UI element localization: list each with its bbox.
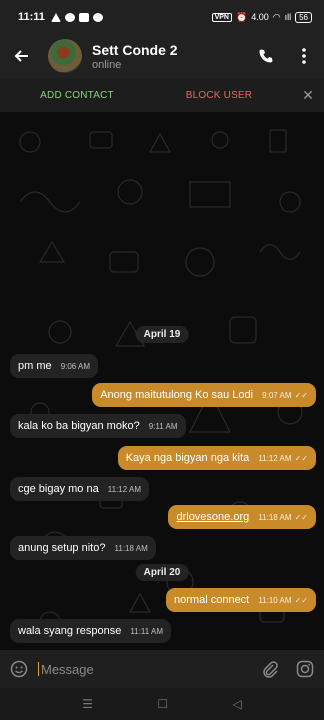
alarm-icon: ⏰ [235,11,248,22]
battery-icon: 56 [295,11,312,23]
chat-status: online [92,58,122,71]
camera-icon[interactable] [296,660,314,678]
shield-icon [92,12,103,22]
paperclip-icon[interactable] [262,660,278,678]
telegram-icon [64,12,75,22]
more-vert-icon [302,48,306,64]
status-bar: 11:11 VPN ⏰ 4.00 ◠ ıll 56 [0,0,324,34]
chat-title: Sett Conde 2 [92,41,178,58]
block-user-button[interactable]: BLOCK USER [154,90,284,101]
read-check-icon: ✓✓ [294,391,308,400]
chat-area[interactable]: April 19 pm me 9:06 AM Anong maitutulong… [0,112,324,650]
date-separator: April 19 [135,326,189,343]
phone-icon [259,49,273,63]
message-time: 11:12 AM [258,454,292,463]
nav-back-button[interactable]: ◁ [233,697,242,711]
read-check-icon: ✓✓ [294,454,308,463]
incoming-message[interactable]: cge bigay mo na 11:12 AM [10,477,149,501]
recent-apps-button[interactable]: ☰ [82,697,93,711]
message-text: normal connect [174,594,250,606]
avatar[interactable] [48,39,82,73]
youtube-icon [78,12,89,22]
message-time: 11:18 AM [114,544,148,553]
read-check-icon: ✓✓ [294,596,308,605]
contact-action-bar: ADD CONTACT BLOCK USER ✕ [0,78,324,112]
read-check-icon: ✓✓ [294,513,308,522]
call-button[interactable] [256,46,276,66]
home-button[interactable]: ☐ [157,697,168,711]
message-time: 9:06 AM [60,362,91,371]
network-speed: 4.00 [251,12,269,22]
message-link[interactable]: drlovesone.org [176,511,249,523]
message-text: Anong maitutulong Ko sau Lodi [100,389,254,401]
incoming-message[interactable]: anung setup nito? 11:18 AM [10,536,156,560]
message-time: 11:10 AM [258,596,292,605]
close-icon[interactable]: ✕ [302,87,314,104]
outgoing-message[interactable]: drlovesone.org 11:18 AM ✓✓ [168,505,316,529]
message-text: pm me [18,360,52,372]
outgoing-message[interactable]: Kaya nga bigyan nga kita 11:12 AM ✓✓ [117,446,316,470]
back-arrow-icon [14,50,28,62]
navigation-icon [50,12,61,22]
message-composer: Message [0,650,324,688]
message-time: 9:11 AM [148,422,178,431]
message-text: kala ko ba bigyan moko? [18,420,140,432]
signal-icon: ıll [284,12,292,22]
wifi-icon: ◠ [272,11,281,22]
message-time: 11:11 AM [130,627,164,636]
message-time: 9:07 AM [262,391,292,400]
add-contact-button[interactable]: ADD CONTACT [0,90,154,101]
vpn-badge: VPN [211,12,232,22]
status-time: 11:11 [18,11,45,23]
system-navbar: ☰ ☐ ◁ [0,688,324,720]
emoji-icon[interactable] [10,660,28,678]
date-separator: April 20 [135,564,189,581]
outgoing-message[interactable]: normal connect 11:10 AM ✓✓ [166,588,316,612]
message-input[interactable]: Message [38,662,262,677]
chat-title-area[interactable]: Sett Conde 2 online [92,42,178,71]
message-text: cge bigay mo na [18,483,99,495]
more-options-button[interactable] [294,46,314,66]
message-time: 11:12 AM [107,485,141,494]
incoming-message[interactable]: pm me 9:06 AM [10,354,99,378]
outgoing-message[interactable]: Anong maitutulong Ko sau Lodi 9:07 AM ✓✓ [92,383,316,407]
message-text: Kaya nga bigyan nga kita [125,452,250,464]
incoming-message[interactable]: kala ko ba bigyan moko? 9:11 AM [10,414,186,438]
chat-header: Sett Conde 2 online [0,34,324,78]
incoming-message[interactable]: wala syang response 11:11 AM [10,619,172,643]
message-time: 11:18 AM [258,513,292,522]
message-text: anung setup nito? [18,542,106,554]
message-text: wala syang response [18,625,122,637]
back-button[interactable] [10,44,34,68]
